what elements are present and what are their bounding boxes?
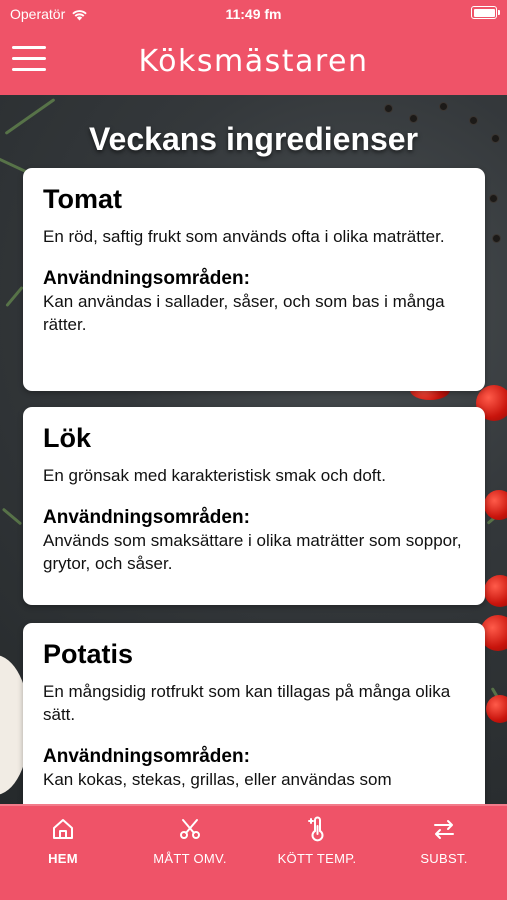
ingredient-name: Tomat [43,184,122,214]
usage-heading: Användningsområden: [43,268,250,289]
status-bar: Operatör 11:49 fm [0,0,507,30]
tab-kott-temp[interactable]: KÖTT TEMP. [254,816,380,866]
tomato-decoration [484,575,507,607]
tab-label: MÅTT OMV. [153,851,227,866]
page-heading: Veckans ingredienser [88,121,419,157]
ingredient-description: En grönsak med karakteristisk smak och d… [43,466,386,485]
scissors-icon [180,819,200,839]
thermometer-icon [308,816,324,842]
ingredient-card-lok: Lök En grönsak med karakteristisk smak o… [23,407,485,605]
app-title: Köksmästaren [138,44,369,79]
tab-bar: HEM MÅTT OMV. KÖTT TEMP. SUBST. [0,804,507,900]
tab-home[interactable]: HEM [0,816,126,866]
usage-heading: Användningsområden: [43,746,250,767]
herb-decoration [5,285,24,308]
tab-label: HEM [48,851,78,866]
ingredient-usage: Kan användas i sallader, såser, och som … [43,292,445,334]
tab-label: SUBST. [420,851,468,866]
ingredient-usage: Kan kokas, stekas, grillas, eller använd… [43,770,392,789]
pepper-decoration [440,103,447,110]
pepper-decoration [493,235,500,242]
clock: 11:49 fm [225,6,282,22]
ingredient-card-tomat: Tomat En röd, saftig frukt som används o… [23,168,485,391]
ingredient-name: Potatis [43,639,134,669]
tomato-decoration [486,695,507,723]
nav-bar: Köksmästaren [0,30,507,95]
home-icon [53,819,73,839]
content-area[interactable]: Veckans ingredienser Tomat En röd, safti… [0,95,507,804]
pepper-decoration [385,105,392,112]
battery-icon [471,6,500,19]
ingredient-card-potatis: Potatis En mångsidig rotfrukt som kan ti… [23,623,485,804]
tab-label: KÖTT TEMP. [277,851,357,866]
pepper-decoration [490,195,497,202]
herb-decoration [1,507,23,526]
tomato-decoration [484,490,507,520]
tab-matt-omvandlare[interactable]: MÅTT OMV. [127,816,253,866]
ingredient-name: Lök [43,423,92,453]
usage-heading: Användningsområden: [43,507,250,528]
swap-icon [434,820,454,839]
tab-substitut[interactable]: SUBST. [381,816,507,866]
ingredient-description: En mångsidig rotfrukt som kan tillagas p… [43,682,451,724]
ingredient-usage: Används som smaksättare i olika maträtte… [43,531,462,573]
ingredient-description: En röd, saftig frukt som används ofta i … [43,227,445,246]
